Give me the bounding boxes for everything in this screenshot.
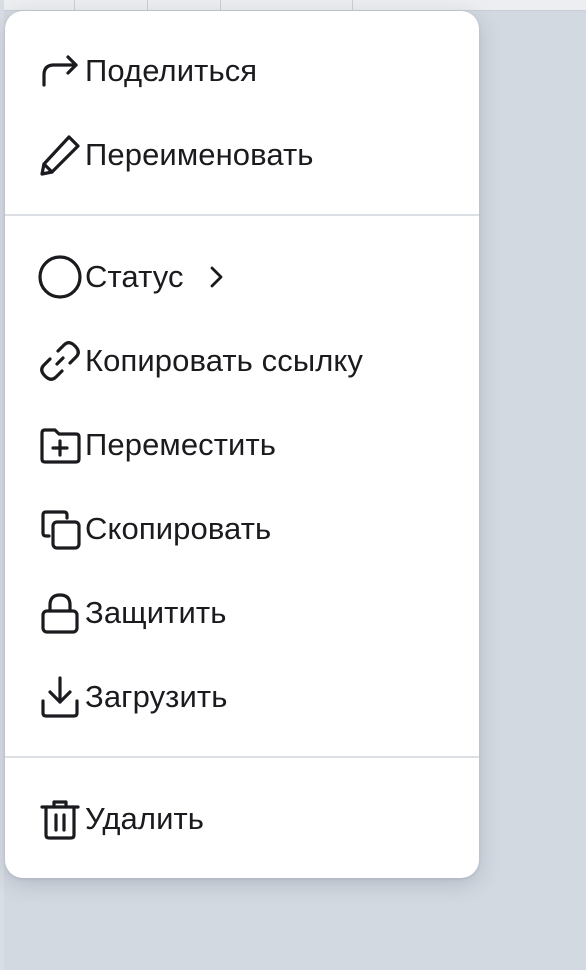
folder-plus-icon	[36, 421, 84, 469]
background-toolbar	[0, 0, 586, 11]
background-divider	[220, 0, 221, 10]
menu-item-label: Переместить	[85, 427, 277, 462]
background-divider	[352, 0, 353, 10]
menu-item-rename[interactable]: Переименовать	[5, 113, 479, 197]
context-menu: Поделиться Переименовать Статус Копирова…	[5, 11, 479, 878]
link-icon	[36, 337, 84, 385]
menu-separator	[5, 214, 479, 216]
circle-icon	[36, 253, 84, 301]
menu-item-label: Статус	[85, 259, 184, 294]
background-divider	[74, 0, 75, 10]
menu-item-duplicate[interactable]: Скопировать	[5, 487, 479, 571]
menu-item-download[interactable]: Загрузить	[5, 655, 479, 739]
download-icon	[36, 673, 84, 721]
menu-item-status[interactable]: Статус	[5, 235, 479, 319]
menu-separator	[5, 756, 479, 758]
chevron-right-icon	[203, 265, 227, 289]
menu-item-label: Поделиться	[85, 53, 258, 88]
menu-item-share[interactable]: Поделиться	[5, 29, 479, 113]
menu-item-label: Скопировать	[85, 511, 272, 546]
menu-item-delete[interactable]: Удалить	[5, 777, 479, 861]
trash-icon	[36, 795, 84, 843]
background-divider	[147, 0, 148, 10]
menu-item-label: Удалить	[85, 801, 205, 836]
menu-item-label: Загрузить	[85, 679, 228, 714]
menu-item-copy-link[interactable]: Копировать ссылку	[5, 319, 479, 403]
menu-item-label: Переименовать	[85, 137, 314, 172]
menu-item-protect[interactable]: Защитить	[5, 571, 479, 655]
menu-item-label: Копировать ссылку	[85, 343, 364, 378]
pencil-icon	[36, 131, 84, 179]
copy-icon	[36, 505, 84, 553]
menu-item-move[interactable]: Переместить	[5, 403, 479, 487]
background-panel-edge	[0, 0, 4, 970]
menu-item-label: Защитить	[85, 595, 227, 630]
lock-icon	[36, 589, 84, 637]
share-icon	[36, 47, 84, 95]
